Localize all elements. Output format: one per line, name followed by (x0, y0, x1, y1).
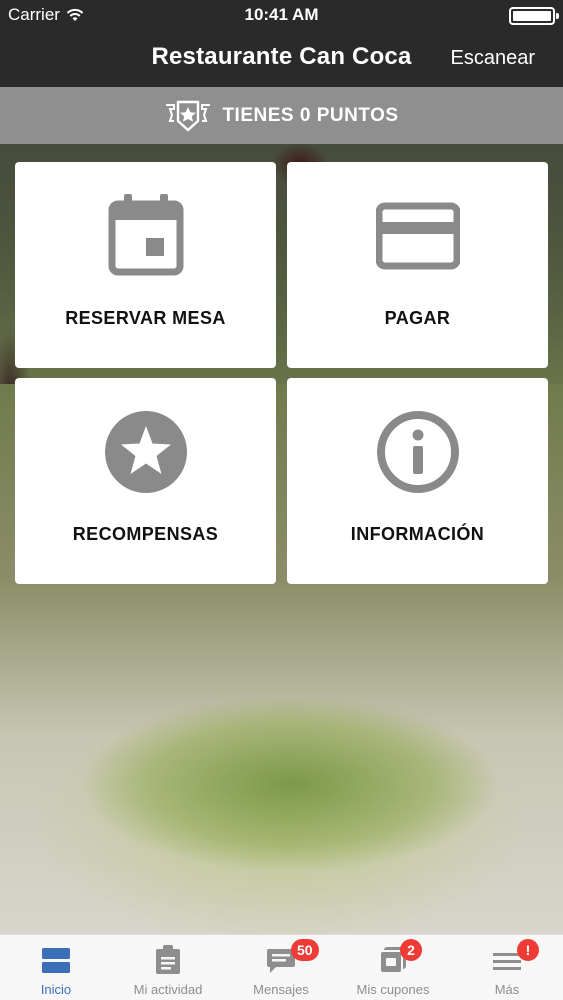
reserve-table-tile[interactable]: RESERVAR MESA (15, 162, 276, 368)
tab-more-label: Más (494, 982, 520, 997)
tab-messages-label: Mensajes (253, 982, 309, 997)
info-icon (376, 411, 459, 493)
credit-card-icon (375, 202, 460, 270)
clipboard-icon (156, 945, 180, 974)
messages-badge: 50 (291, 939, 319, 961)
rewards-label: RECOMPENSAS (72, 524, 219, 544)
tab-home-label: Inicio (40, 982, 72, 997)
tab-coupons-label: Mis cupones (356, 982, 430, 997)
calendar-icon (108, 194, 183, 276)
tab-coupons[interactable]: 2 Mis cupones (337, 935, 449, 1000)
star-icon (104, 411, 187, 493)
home-icon (42, 948, 70, 973)
tab-activity-label: Mi actividad (133, 982, 203, 997)
coupons-badge: 2 (400, 939, 422, 961)
scan-button[interactable]: Escanear (451, 47, 536, 70)
status-bar: Carrier 10:41 AM (0, 0, 563, 30)
points-bar[interactable]: TIENES 0 PUNTOS (0, 87, 563, 144)
badge-star-icon (166, 100, 211, 132)
tab-more[interactable]: ! Más (451, 935, 563, 1000)
battery-icon (509, 7, 559, 25)
status-time: 10:41 AM (244, 5, 319, 24)
tab-activity[interactable]: Mi actividad (112, 935, 224, 1000)
reserve-table-label: RESERVAR MESA (65, 308, 226, 328)
tab-home[interactable]: Inicio (0, 935, 112, 1000)
rewards-tile[interactable]: RECOMPENSAS (15, 378, 276, 584)
pay-label: PAGAR (384, 308, 451, 328)
information-tile[interactable]: INFORMACIÓN (287, 378, 548, 584)
information-label: INFORMACIÓN (350, 524, 485, 544)
navigation-bar: Restaurante Can Coca Escanear (0, 30, 563, 87)
points-label: TIENES 0 PUNTOS (222, 104, 399, 126)
more-badge: ! (517, 939, 539, 961)
tab-messages[interactable]: 50 Mensajes (225, 935, 337, 1000)
tab-bar: Inicio Mi actividad 50 Mensajes 2 Mis cu… (0, 934, 563, 1000)
pay-tile[interactable]: PAGAR (287, 162, 548, 368)
